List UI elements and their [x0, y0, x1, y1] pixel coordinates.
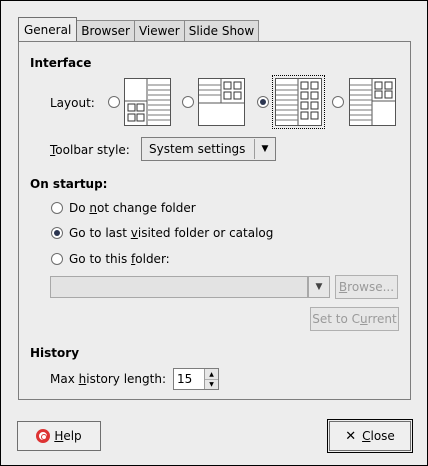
radio-button[interactable] [51, 202, 63, 214]
startup-heading: On startup: [30, 177, 108, 191]
option-label: Do not change folder [69, 201, 196, 215]
close-icon: ✕ [345, 428, 357, 444]
toolbar-style-combo[interactable]: System settings ▼ [141, 137, 276, 161]
close-label: Close [362, 429, 395, 443]
help-button[interactable]: Help [17, 421, 101, 451]
close-button[interactable]: ✕ Close [327, 419, 413, 453]
spin-down-icon[interactable]: ▼ [205, 379, 218, 389]
browse-button[interactable]: Browse... [335, 275, 398, 299]
radio-button[interactable] [51, 253, 63, 265]
layout-label: Layout: [50, 96, 95, 110]
dropdown-arrow-icon: ▼ [254, 139, 275, 159]
folder-dropdown-arrow-icon[interactable]: ▼ [308, 276, 330, 298]
layout-option-3-icon[interactable] [272, 75, 325, 129]
set-to-current-button[interactable]: Set to Cu rrent [310, 307, 399, 331]
interface-heading: Interface [30, 56, 92, 70]
tab-slide-show[interactable]: Slide Show [183, 20, 260, 41]
layout-option-4-icon[interactable] [349, 78, 396, 126]
tab-general[interactable]: General [18, 17, 78, 41]
option-label: Go to this folder: [69, 252, 170, 266]
history-length-value: 15 [177, 372, 193, 386]
startup-option-this-folder[interactable]: Go to this folder: [51, 251, 170, 267]
preferences-dialog: General Browser Viewer Slide Show Interf… [0, 0, 428, 466]
startup-option-last-visited[interactable]: Go to last visited folder or catalog [51, 225, 273, 241]
tab-bar: General Browser Viewer Slide Show [18, 17, 260, 41]
folder-path-input[interactable] [50, 276, 308, 298]
tab-browser[interactable]: Browser [76, 20, 135, 41]
lifebuoy-help-icon [36, 429, 51, 443]
layout-radio-4[interactable] [332, 96, 344, 108]
layout-radio-1[interactable] [108, 96, 120, 108]
radio-button[interactable] [51, 227, 63, 239]
history-length-spinner[interactable]: 15 ▲ ▼ [173, 368, 219, 390]
layout-radio-3[interactable] [257, 96, 269, 108]
max-history-label: Max history length: [50, 372, 167, 386]
history-heading: History [30, 346, 80, 360]
help-label: Help [54, 429, 82, 443]
layout-option-1-icon[interactable] [124, 78, 171, 126]
spinner-buttons: ▲ ▼ [204, 369, 218, 389]
tab-viewer[interactable]: Viewer [133, 20, 185, 41]
toolbar-style-label: Toolbar style: [50, 143, 130, 157]
option-label: Go to last visited folder or catalog [69, 226, 274, 240]
layout-radio-2[interactable] [182, 96, 194, 108]
toolbar-style-value: System settings [149, 142, 246, 156]
layout-option-2-icon[interactable] [198, 78, 245, 126]
startup-option-no-change[interactable]: Do not change folder [51, 200, 196, 216]
